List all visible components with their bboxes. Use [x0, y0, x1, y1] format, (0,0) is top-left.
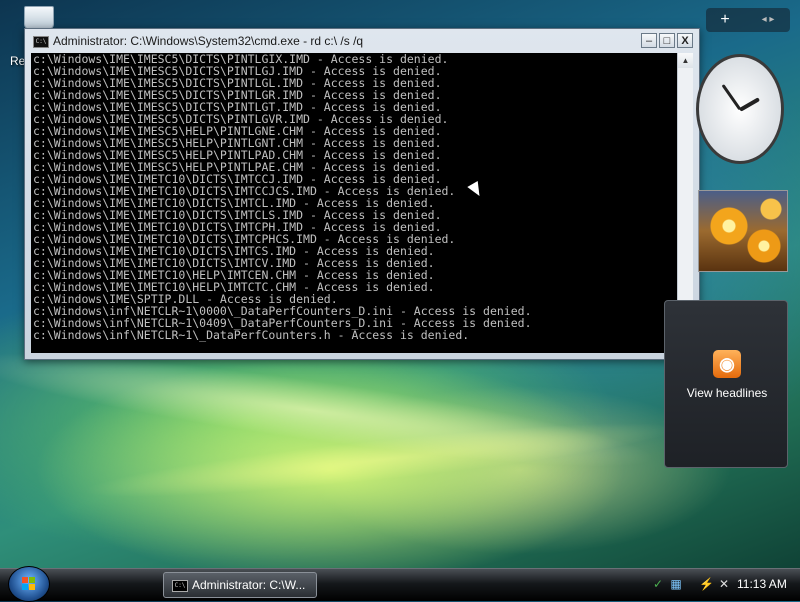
windows-logo-icon	[22, 577, 36, 591]
close-button[interactable]: X	[677, 33, 693, 48]
feed-headlines-gadget[interactable]	[664, 300, 788, 468]
maximize-button[interactable]: □	[659, 33, 675, 48]
taskbar-clock[interactable]: 11:13 AM	[737, 577, 787, 591]
volume-muted-icon[interactable]: ✕	[717, 577, 731, 591]
cmd-icon: C:\	[172, 580, 188, 592]
window-title: Administrator: C:\Windows\System32\cmd.e…	[53, 34, 364, 48]
gadget-nav-arrows[interactable]: ◂ ▸	[750, 10, 786, 30]
window-titlebar[interactable]: C:\ Administrator: C:\Windows\System32\c…	[25, 29, 699, 53]
recycle-bin-graphic	[24, 6, 54, 30]
slideshow-gadget[interactable]	[698, 190, 788, 272]
rss-icon[interactable]: ◉	[713, 350, 741, 378]
scroll-up-arrow-icon[interactable]: ▲	[678, 53, 693, 68]
taskbar-cmd-button[interactable]: C:\ Administrator: C:\W...	[163, 572, 317, 598]
cmd-icon: C:\	[33, 36, 49, 48]
taskbar-cmd-label: Administrator: C:\W...	[192, 578, 306, 592]
security-shield-icon[interactable]: ✓	[651, 577, 665, 591]
add-gadget-button[interactable]: +	[712, 10, 738, 30]
minimize-button[interactable]: –	[641, 33, 657, 48]
view-headlines-label[interactable]: View headlines	[664, 386, 790, 400]
cmd-window[interactable]: C:\ Administrator: C:\Windows\System32\c…	[24, 28, 700, 360]
network-icon[interactable]: ▦	[669, 577, 683, 591]
wallpaper-streak	[79, 408, 681, 512]
clock-gadget[interactable]	[696, 52, 788, 170]
console-line: c:\Windows\inf\NETCLR~1\_DataPerfCounter…	[33, 328, 470, 342]
console-output[interactable]: c:\Windows\IME\IMESC5\DICTS\PINTLGIX.IMD…	[31, 53, 677, 353]
power-icon[interactable]: ⚡	[699, 577, 714, 591]
start-button[interactable]	[8, 566, 50, 602]
